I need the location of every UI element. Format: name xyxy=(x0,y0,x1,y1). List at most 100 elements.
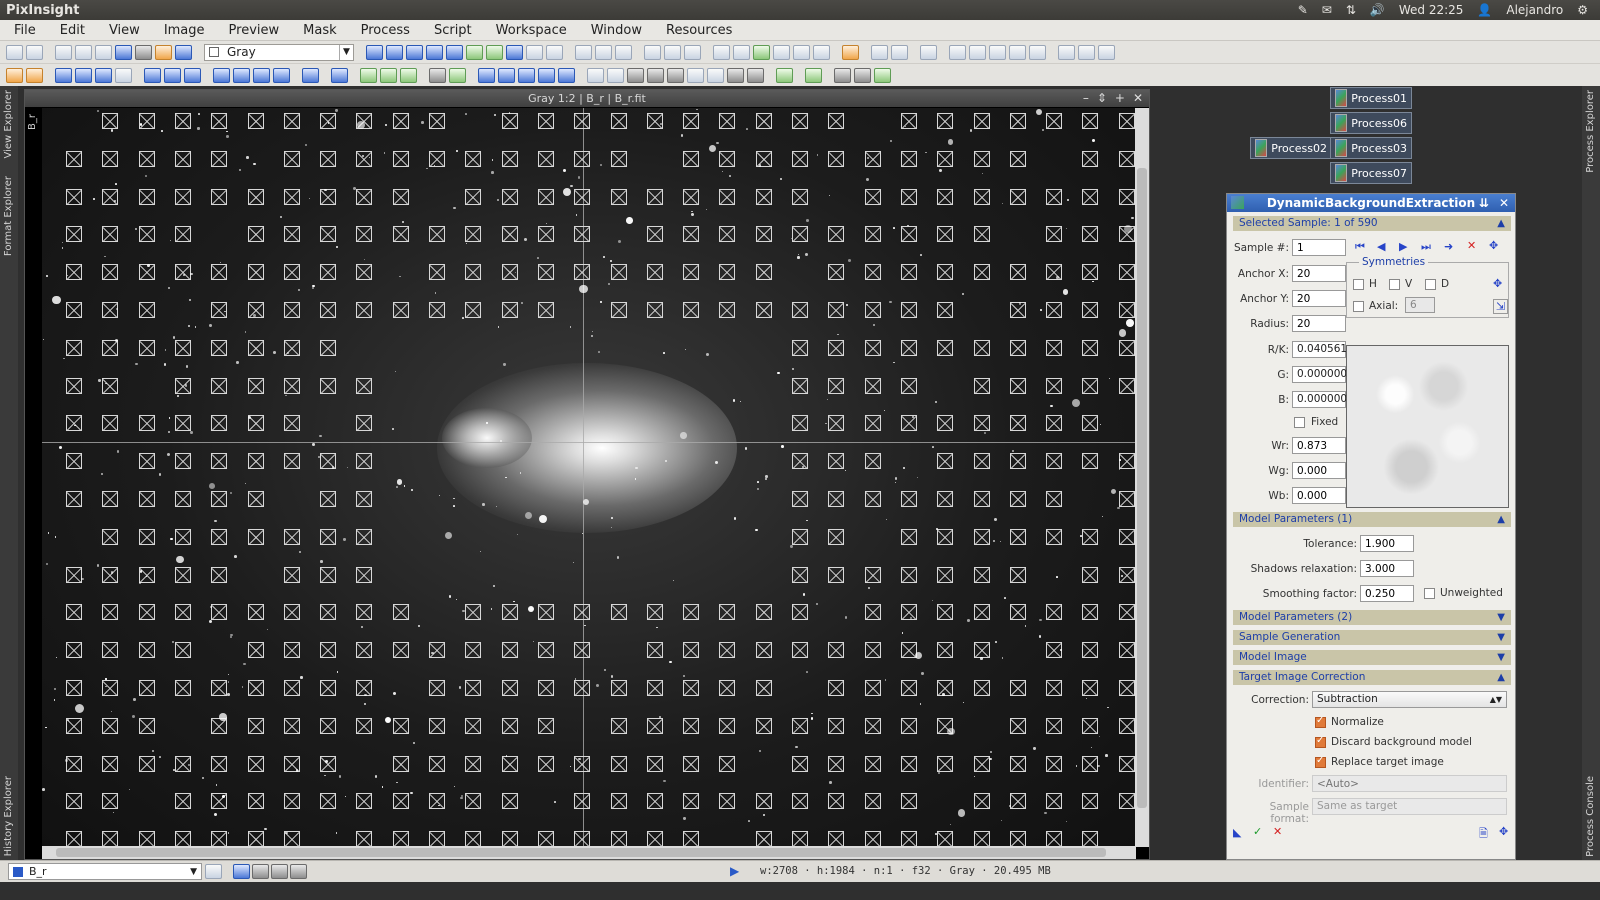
identifier-input[interactable] xyxy=(1312,775,1507,792)
dbe-sample[interactable] xyxy=(247,113,264,129)
new-image-icon[interactable] xyxy=(55,44,72,60)
axial-spinbox[interactable]: 6 xyxy=(1405,297,1435,313)
dbe-sample[interactable] xyxy=(973,831,990,847)
dbe-sample[interactable] xyxy=(610,188,627,205)
dbe-sample[interactable] xyxy=(900,377,917,394)
mask-show-icon[interactable] xyxy=(713,44,730,60)
dbe-sample[interactable] xyxy=(1118,188,1135,205)
dbe-sample[interactable] xyxy=(247,831,264,847)
dbe-sample[interactable] xyxy=(864,453,881,470)
dbe-sample[interactable] xyxy=(320,528,337,545)
dbe-sample[interactable] xyxy=(792,831,808,847)
dbe-sample[interactable] xyxy=(1082,264,1099,281)
dbe-sample[interactable] xyxy=(828,226,845,243)
axial-checkbox[interactable] xyxy=(1353,301,1364,312)
dbe-sample[interactable] xyxy=(537,302,554,318)
tab-view-explorer[interactable]: View Explorer xyxy=(3,90,14,159)
dbe-sample[interactable] xyxy=(900,113,917,129)
dbe-sample[interactable] xyxy=(356,150,373,167)
dbe-sample[interactable] xyxy=(501,113,518,129)
process-5-icon[interactable] xyxy=(1029,44,1046,60)
dbe-sample[interactable] xyxy=(138,302,155,318)
dbe-sample[interactable] xyxy=(900,491,917,507)
dbe-sample[interactable] xyxy=(283,642,300,659)
color-calibration-icon[interactable] xyxy=(75,67,92,83)
dbe-sample[interactable] xyxy=(356,793,373,810)
dbe-sample[interactable] xyxy=(1009,528,1026,545)
curves-icon[interactable] xyxy=(164,67,181,83)
dbe-sample[interactable] xyxy=(937,339,954,356)
dbe-sample[interactable] xyxy=(247,793,264,810)
dbe-sample[interactable] xyxy=(1082,755,1099,772)
dbe-sample[interactable] xyxy=(937,755,954,772)
dbe-sample[interactable] xyxy=(574,264,591,281)
dbe-sample[interactable] xyxy=(973,226,990,243)
dbe-sample[interactable] xyxy=(937,188,954,205)
dbe-sample[interactable] xyxy=(102,113,119,129)
dbe-sample[interactable] xyxy=(1082,566,1099,583)
gray-1-icon[interactable] xyxy=(627,67,644,83)
dbe-sample[interactable] xyxy=(356,604,373,621)
dbe-sample[interactable] xyxy=(1118,793,1135,810)
dbe-sample[interactable] xyxy=(900,188,917,205)
dbe-sample[interactable] xyxy=(937,491,954,507)
dbe-sample[interactable] xyxy=(755,264,772,281)
dbe-sample[interactable] xyxy=(755,302,772,318)
dbe-sample[interactable] xyxy=(610,302,627,318)
close-icon[interactable]: ✕ xyxy=(1499,194,1509,212)
dbe-sample[interactable] xyxy=(792,604,808,621)
dbe-sample[interactable] xyxy=(900,415,917,432)
dbe-sample[interactable] xyxy=(1009,264,1026,281)
window-tile-icon[interactable] xyxy=(664,44,681,60)
dbe-sample[interactable] xyxy=(937,604,954,621)
dbe-sample[interactable] xyxy=(320,150,337,167)
section-sample-generation[interactable]: Sample Generation ▼ xyxy=(1233,630,1511,645)
image-window-title-bar[interactable]: Gray 1:2 | B_r | B_r.fit – ⇕ + ✕ xyxy=(25,90,1149,107)
dbe-sample[interactable] xyxy=(247,226,264,243)
dbe-sample[interactable] xyxy=(247,680,264,696)
mask-overlay-icon[interactable] xyxy=(813,44,830,60)
dbe-sample[interactable] xyxy=(247,642,264,659)
colorspace-select[interactable]: Gray ▼ xyxy=(204,43,354,61)
gray-2-icon[interactable] xyxy=(647,67,664,83)
dbe-sample[interactable] xyxy=(1009,793,1026,810)
symmetry-center-icon[interactable]: ✥ xyxy=(1493,277,1502,290)
shade-icon[interactable]: ⇕ xyxy=(1097,90,1107,107)
dbe-sample[interactable] xyxy=(1082,453,1099,470)
rotate-icon[interactable] xyxy=(478,67,495,83)
dbe-sample[interactable] xyxy=(429,831,445,847)
dbe-sample[interactable] xyxy=(392,226,409,243)
dbe-sample[interactable] xyxy=(247,528,264,545)
color-saturation-icon[interactable] xyxy=(184,67,201,83)
noise-reduction-icon[interactable] xyxy=(302,67,319,83)
dbe-sample[interactable] xyxy=(828,566,845,583)
dbe-sample[interactable] xyxy=(792,415,808,432)
dbe-sample[interactable] xyxy=(174,188,191,205)
sym-v-checkbox[interactable] xyxy=(1389,279,1400,290)
radius-input[interactable] xyxy=(1292,315,1346,332)
dbe-sample[interactable] xyxy=(973,528,990,545)
dbe-sample[interactable] xyxy=(283,528,300,545)
dbe-sample[interactable] xyxy=(792,453,808,470)
dbe-sample[interactable] xyxy=(102,528,119,545)
dbe-sample[interactable] xyxy=(1046,491,1063,507)
histogram-transform-icon[interactable] xyxy=(144,67,161,83)
dbe-sample[interactable] xyxy=(66,491,82,507)
wb-input[interactable] xyxy=(1292,487,1346,504)
dbe-sample[interactable] xyxy=(1082,339,1099,356)
dbe-sample[interactable] xyxy=(356,377,373,394)
dbe-sample[interactable] xyxy=(283,793,300,810)
dbe-sample[interactable] xyxy=(283,113,300,129)
dbe-sample[interactable] xyxy=(102,642,119,659)
dbe-sample[interactable] xyxy=(973,415,990,432)
dbe-sample[interactable] xyxy=(610,831,627,847)
dbe-sample[interactable] xyxy=(973,113,990,129)
dbe-sample[interactable] xyxy=(683,302,700,318)
dbe-sample[interactable] xyxy=(211,415,228,432)
dbe-sample[interactable] xyxy=(646,604,663,621)
window-cascade-icon[interactable] xyxy=(684,44,701,60)
dbe-sample[interactable] xyxy=(574,642,591,659)
dbe-sample[interactable] xyxy=(537,717,554,734)
dbe-sample[interactable] xyxy=(574,793,591,810)
dbe-sample[interactable] xyxy=(465,831,482,847)
